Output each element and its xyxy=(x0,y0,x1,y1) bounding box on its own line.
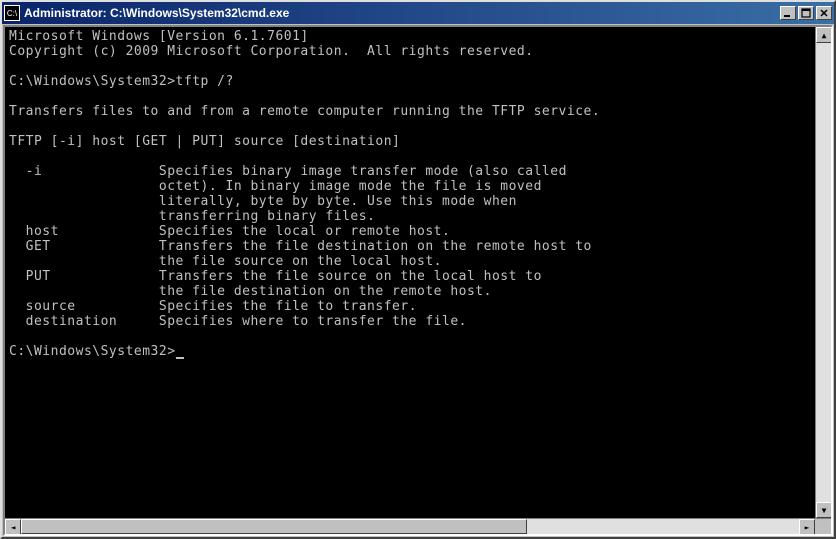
vertical-scrollbar[interactable]: ▲ ▼ xyxy=(815,27,831,518)
opt-source-key: source xyxy=(9,299,76,314)
cursor xyxy=(176,357,184,359)
command-input: tftp /? xyxy=(176,74,234,89)
opt-get-key: GET xyxy=(9,239,51,254)
horizontal-scrollbar[interactable]: ◄ ► xyxy=(5,519,815,534)
version-line: Microsoft Windows [Version 6.1.7601] xyxy=(9,29,309,44)
opt-source-desc: Specifies the file to transfer. xyxy=(76,299,417,314)
scroll-track-vertical[interactable] xyxy=(816,43,831,502)
opt-i-desc: Specifies binary image transfer mode (al… xyxy=(42,164,567,179)
terminal-output[interactable]: Microsoft Windows [Version 6.1.7601] Cop… xyxy=(5,27,815,518)
window-title: Administrator: C:\Windows\System32\cmd.e… xyxy=(24,6,780,20)
scroll-up-button[interactable]: ▲ xyxy=(816,27,831,43)
opt-put-key: PUT xyxy=(9,269,51,284)
opt-i-desc: literally, byte by byte. Use this mode w… xyxy=(9,194,517,209)
terminal-wrapper: Microsoft Windows [Version 6.1.7601] Cop… xyxy=(3,25,833,536)
prompt: C:\Windows\System32> xyxy=(9,344,176,359)
help-intro: Transfers files to and from a remote com… xyxy=(9,104,600,119)
terminal-area: Microsoft Windows [Version 6.1.7601] Cop… xyxy=(5,27,831,518)
opt-dest-desc: Specifies where to transfer the file. xyxy=(117,314,467,329)
close-button[interactable] xyxy=(816,6,832,20)
opt-host-key: host xyxy=(9,224,59,239)
scroll-right-button[interactable]: ► xyxy=(799,519,815,535)
usage-line: TFTP [-i] host [GET | PUT] source [desti… xyxy=(9,134,400,149)
minimize-button[interactable] xyxy=(780,6,796,20)
scroll-track-horizontal[interactable] xyxy=(21,519,799,534)
horizontal-scrollbar-area: ◄ ► xyxy=(5,518,831,534)
maximize-button[interactable] xyxy=(798,6,814,20)
scroll-thumb-horizontal[interactable] xyxy=(21,519,527,534)
opt-dest-key: destination xyxy=(9,314,117,329)
prompt: C:\Windows\System32> xyxy=(9,74,176,89)
resize-grip[interactable] xyxy=(815,519,831,535)
opt-i-desc: octet). In binary image mode the file is… xyxy=(9,179,542,194)
opt-put-desc: Transfers the file source on the local h… xyxy=(51,269,542,284)
opt-host-desc: Specifies the local or remote host. xyxy=(59,224,450,239)
opt-put-desc: the file destination on the remote host. xyxy=(9,284,492,299)
opt-get-desc: Transfers the file destination on the re… xyxy=(51,239,592,254)
opt-i-desc: transferring binary files. xyxy=(9,209,375,224)
scroll-left-button[interactable]: ◄ xyxy=(5,519,21,535)
cmd-window: C:\ Administrator: C:\Windows\System32\c… xyxy=(0,0,836,539)
scroll-down-button[interactable]: ▼ xyxy=(816,502,831,518)
copyright-line: Copyright (c) 2009 Microsoft Corporation… xyxy=(9,44,534,59)
cmd-icon: C:\ xyxy=(4,5,20,21)
opt-get-desc: the file source on the local host. xyxy=(9,254,442,269)
opt-i-key: -i xyxy=(9,164,42,179)
titlebar[interactable]: C:\ Administrator: C:\Windows\System32\c… xyxy=(2,2,834,24)
cmd-icon-text: C:\ xyxy=(7,9,17,18)
window-controls xyxy=(780,6,832,20)
